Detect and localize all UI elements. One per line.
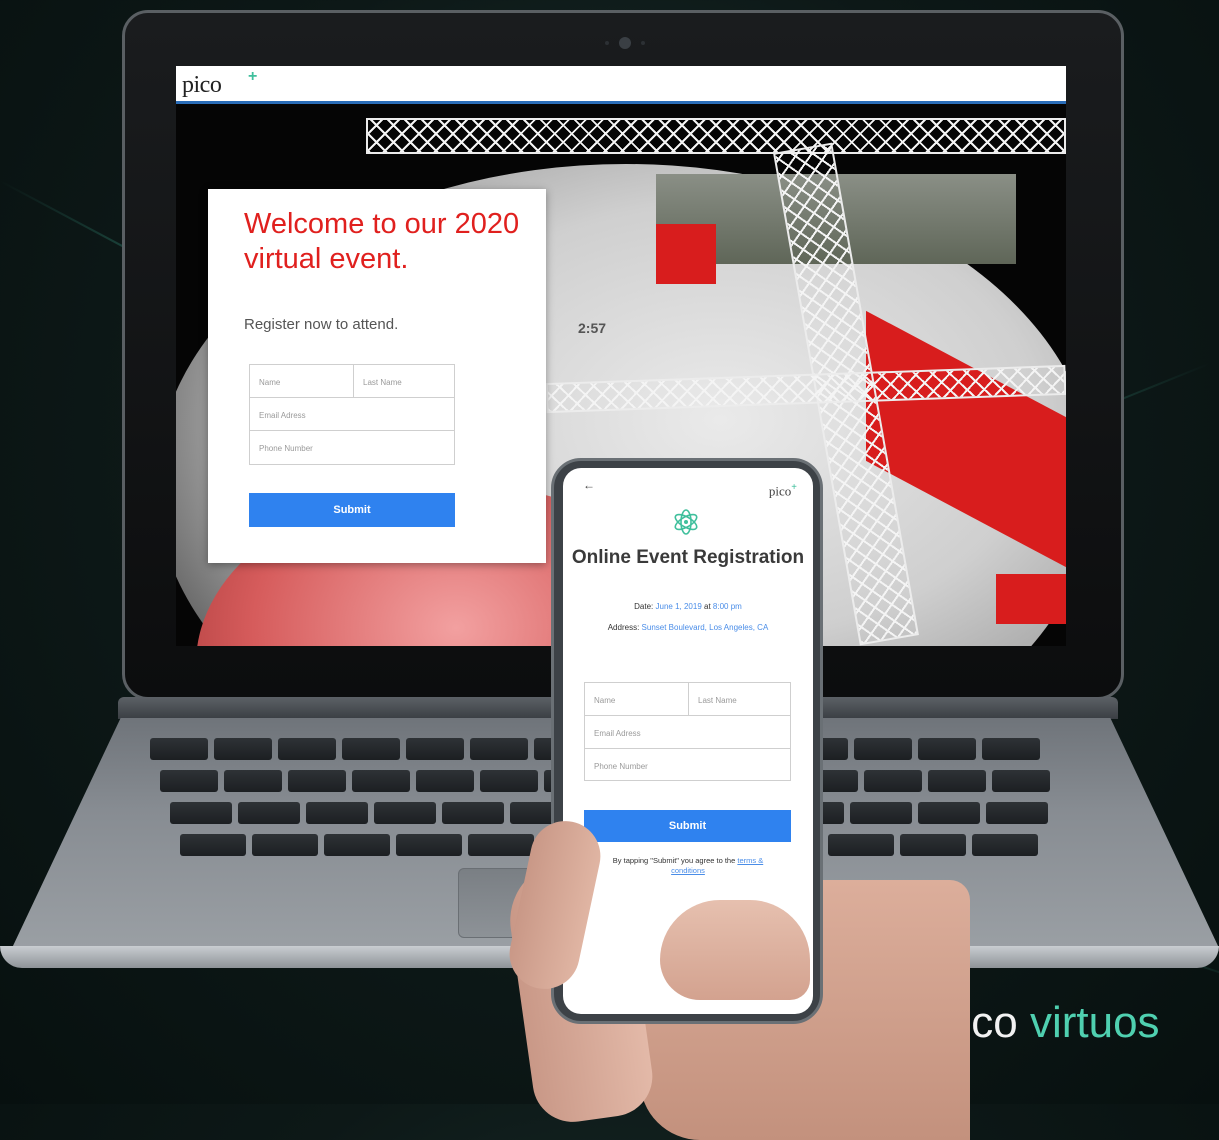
phone-field[interactable]: Phone Number [585, 749, 790, 782]
keyboard-key [972, 834, 1038, 856]
atom-icon [674, 509, 698, 535]
keyboard-key [160, 770, 218, 792]
registration-form: Name Last Name Email Adress Phone Number [249, 364, 455, 465]
email-row: Email Adress [250, 398, 454, 431]
phone-logo-plus: + [791, 482, 797, 493]
event-address: Address: Sunset Boulevard, Los Angeles, … [603, 623, 773, 633]
finger-overlay [660, 900, 810, 1000]
keyboard-key [324, 834, 390, 856]
keyboard-key [992, 770, 1050, 792]
keyboard-key [918, 738, 976, 760]
keyboard-key [170, 802, 232, 824]
phone-field[interactable]: Phone Number [250, 431, 454, 464]
submit-button[interactable]: Submit [249, 493, 455, 527]
welcome-heading: Welcome to our 2020 virtual event. [244, 208, 520, 275]
address-label: Address: [607, 623, 640, 632]
email-row: Email Adress [585, 716, 790, 749]
first-name-field[interactable]: Name [585, 683, 689, 716]
keyboard-key [150, 738, 208, 760]
name-row: Name Last Name [585, 683, 790, 716]
keyboard-key [854, 738, 912, 760]
keyboard-key [416, 770, 474, 792]
date-value: June 1, 2019 [655, 602, 702, 611]
phone-row: Phone Number [250, 431, 454, 464]
phone-site-logo[interactable]: pico+ [769, 482, 797, 499]
phone-registration-form: Name Last Name Email Adress Phone Number [584, 682, 791, 781]
email-field[interactable]: Email Adress [250, 398, 454, 431]
keyboard-key [986, 802, 1048, 824]
keyboard-key [470, 738, 528, 760]
brand-wordmark: pico virtuos [937, 998, 1160, 1048]
keyboard-key [864, 770, 922, 792]
site-header: pico + [176, 66, 1066, 104]
email-field[interactable]: Email Adress [585, 716, 790, 749]
date-at: at [704, 602, 711, 611]
register-subtitle: Register now to attend. [244, 316, 399, 333]
keyboard-key [374, 802, 436, 824]
keyboard-key [288, 770, 346, 792]
webcam-icon [619, 37, 631, 49]
keyboard-key [278, 738, 336, 760]
keyboard-key [238, 802, 300, 824]
keyboard-key [352, 770, 410, 792]
date-label: Date: [634, 602, 654, 611]
brand-word-virtuos: virtuos [1029, 998, 1160, 1047]
red-banner [996, 574, 1066, 624]
keyboard-key [214, 738, 272, 760]
keyboard-key [342, 738, 400, 760]
keyboard-key [252, 834, 318, 856]
truss-top [366, 118, 1066, 154]
back-arrow-icon[interactable]: ← [583, 478, 595, 492]
keyboard-key [224, 770, 282, 792]
keyboard-key [396, 834, 462, 856]
registration-card: Welcome to our 2020 virtual event. Regis… [208, 189, 546, 563]
time-value: 8:00 pm [712, 602, 742, 611]
last-name-field[interactable]: Last Name [354, 365, 456, 398]
address-value: Sunset Boulevard, Los Angeles, CA [641, 623, 769, 632]
keyboard-key [180, 834, 246, 856]
keyboard-key [306, 802, 368, 824]
site-logo[interactable]: pico [182, 72, 222, 99]
first-name-field[interactable]: Name [250, 365, 354, 398]
phone-logo-text: pico [768, 483, 792, 499]
terms-notice: By tapping "Submit" you agree to the ter… [603, 856, 773, 876]
red-banner [656, 224, 716, 284]
phone-row: Phone Number [585, 749, 790, 782]
event-date: Date: June 1, 2019 at 8:00 pm [563, 602, 813, 611]
keyboard-key [480, 770, 538, 792]
last-name-field[interactable]: Last Name [689, 683, 791, 716]
keyboard-key [982, 738, 1040, 760]
name-row: Name Last Name [250, 365, 454, 398]
keyboard-key [406, 738, 464, 760]
scene-sign: 2:57 [578, 320, 607, 336]
logo-plus-mark: + [248, 68, 258, 85]
keyboard-key [928, 770, 986, 792]
phone-page-title: Online Event Registration [571, 547, 805, 568]
terms-prefix: By tapping "Submit" you agree to the [612, 856, 736, 865]
keyboard-key [442, 802, 504, 824]
phone-submit-button[interactable]: Submit [584, 810, 791, 842]
